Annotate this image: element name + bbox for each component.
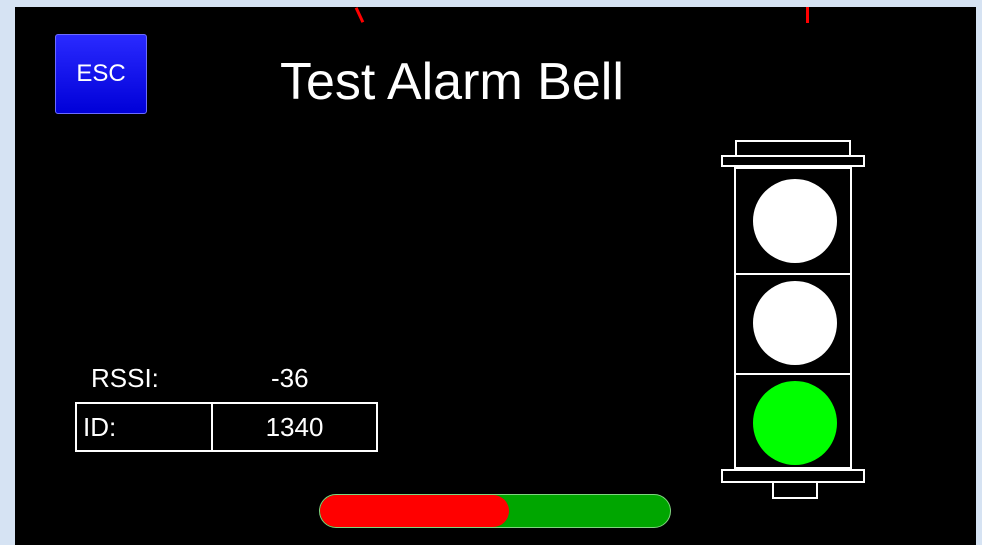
id-field: ID: 1340 <box>75 402 378 452</box>
traffic-light-icon <box>721 140 867 500</box>
esc-button[interactable]: ESC <box>55 34 147 114</box>
page-title: Test Alarm Bell <box>280 53 624 111</box>
id-value: 1340 <box>265 411 324 442</box>
traffic-light-housing <box>734 167 852 469</box>
lamp-top <box>753 179 837 263</box>
rssi-value: -36 <box>271 363 309 393</box>
lamp-middle <box>753 281 837 365</box>
annotation-mark-right <box>806 7 809 23</box>
housing-divider <box>736 273 850 275</box>
lamp-bottom <box>753 381 837 465</box>
traffic-light-foot <box>772 483 818 499</box>
id-label: ID: <box>77 404 213 450</box>
annotation-mark-left <box>354 7 365 23</box>
progress-bar <box>319 494 671 528</box>
device-screen: ESC Test Alarm Bell RSSI: -36 ID: 1340 <box>15 7 976 545</box>
traffic-light-top-ledge <box>721 155 865 167</box>
traffic-light-bottom-ledge <box>721 469 865 483</box>
housing-divider <box>736 373 850 375</box>
progress-fill <box>320 495 509 527</box>
rssi-label: RSSI: <box>91 363 159 393</box>
